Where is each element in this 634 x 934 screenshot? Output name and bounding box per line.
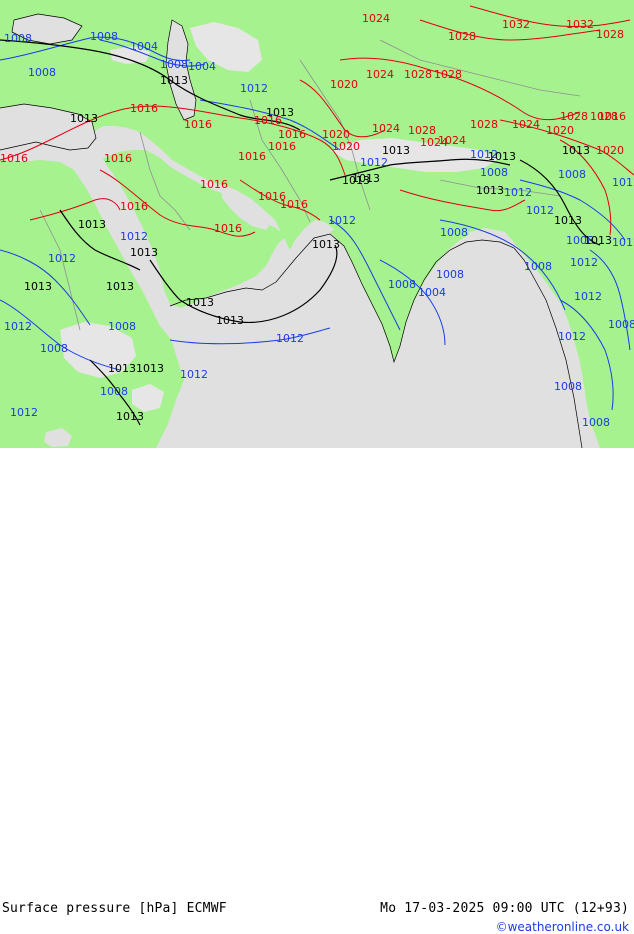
isobar-label-1028: 1028: [590, 110, 618, 123]
isobar-label-1016: 1016: [238, 150, 266, 163]
isobar-label-1013: 1013: [78, 218, 106, 231]
isobar-label-1012: 1012: [526, 204, 554, 217]
map-canvas: 102410281032 10321028102810201024 10281016…: [0, 0, 634, 448]
isobar-label-1032: 1032: [566, 18, 594, 31]
isobar-label-1013: 1013: [266, 106, 294, 119]
valid-time: Mo 17-03-2025 09:00 UTC (12+93): [380, 901, 629, 916]
isobar-label-1008: 1008: [558, 168, 586, 181]
isobar-label-1024: 1024: [512, 118, 540, 131]
isobar-label-1008: 1008: [100, 385, 128, 398]
isobar-label-1008: 1008: [90, 30, 118, 43]
isobar-label-1013: 1013: [70, 112, 98, 125]
isobar-label-1028: 1028: [470, 118, 498, 131]
isobar-label-1013: 1013: [476, 184, 504, 197]
isobar-label-1028: 1028: [596, 28, 624, 41]
isobar-label-1016: 1016: [268, 140, 296, 153]
isobar-label-1008: 1008: [480, 166, 508, 179]
isobar-label-1016: 1016: [200, 178, 228, 191]
isobar-label-1004: 1004: [418, 286, 446, 299]
isobar-label-1012: 1012: [48, 252, 76, 265]
isobar-label-1020: 1020: [546, 124, 574, 137]
isobar-label-1016: 1016: [130, 102, 158, 115]
isobar-label-1008: 1008: [4, 32, 32, 45]
isobar-label-1008: 1008: [40, 342, 68, 355]
isobar-label-1012: 1012: [328, 214, 356, 227]
isobar-label-1012: 1012: [120, 230, 148, 243]
surface-pressure-map: 1024 1028 1032 1032 1028 1028 1020 1024 1028 1016…: [0, 0, 634, 448]
isobar-label-1008: 1008: [440, 226, 468, 239]
isobar-label-1024: 1024: [438, 134, 466, 147]
isobar-label-1012: 1012: [240, 82, 268, 95]
isobar-label-1013: 1013: [554, 214, 582, 227]
isobar-label-1008: 1008: [582, 416, 610, 429]
isobar-label-1008: 1008: [388, 278, 416, 291]
credit-link[interactable]: ©weatheronline.co.uk: [496, 920, 629, 934]
isobar-label-1012: 1012: [4, 320, 32, 333]
isobar-label-1008: 1008: [28, 66, 56, 79]
isobar-label-1024: 1024: [372, 122, 400, 135]
isobar-label-1004: 1004: [188, 60, 216, 73]
isobar-label-1013: 1013: [116, 410, 144, 423]
isobar-label-1008: 1008: [554, 380, 582, 393]
isobar-label-1013: 1013: [562, 144, 590, 157]
isobar-label-1028: 1028: [434, 68, 462, 81]
isobar-label-1024: 1024: [362, 12, 390, 25]
map-title: Surface pressure [hPa] ECMWF: [2, 901, 227, 916]
isobar-label-1012: 1012: [570, 256, 598, 269]
isobar-label-1008: 1008: [108, 320, 136, 333]
isobar-label-1016: 1016: [184, 118, 212, 131]
isobar-label-1013: 1013: [488, 150, 516, 163]
isobar-label-1016: 1016: [280, 198, 308, 211]
isobar-label-1020: 1020: [332, 140, 360, 153]
isobar-label-1013: 1013: [216, 314, 244, 327]
isobar-label-1012: 1012: [360, 156, 388, 169]
isobar-label-1028: 1028: [560, 110, 588, 123]
footer-bar: Surface pressure [hPa] ECMWF Mo 17-03-20…: [0, 448, 634, 934]
isobar-label-1013: 1013: [24, 280, 52, 293]
isobar-label-1013: 1013: [382, 144, 410, 157]
isobar-label-1012: 1012: [10, 406, 38, 419]
isobar-label-1008: 1008: [524, 260, 552, 273]
isobar-label-1016: 1016: [214, 222, 242, 235]
isobar-label-1012: 1012: [180, 368, 208, 381]
isobar-label-1028: 1028: [448, 30, 476, 43]
isobar-label-1013: 1013: [342, 174, 370, 187]
isobar-label-1020: 1020: [596, 144, 624, 157]
isobar-label-1012: 1012: [504, 186, 532, 199]
isobar-label-1013: 1013: [160, 74, 188, 87]
isobar-label-1028: 1028: [404, 68, 432, 81]
isobar-label-1013: 1013: [584, 234, 612, 247]
isobar-label-1012: 1012: [574, 290, 602, 303]
isobar-label-1012: 1012: [276, 332, 304, 345]
isobar-label-1016: 1016: [104, 152, 132, 165]
isobar-label-1008: 1008: [160, 58, 188, 71]
isobar-label-1012: 1012: [558, 330, 586, 343]
isobar-label-1013: 1013: [108, 362, 136, 375]
isobar-label-1013: 1013: [312, 238, 340, 251]
isobar-label-1016: 1016: [120, 200, 148, 213]
isobar-label-1013: 1013: [186, 296, 214, 309]
isobar-label-1012: 1012: [612, 236, 634, 249]
isobar-label-1008: 1008: [436, 268, 464, 281]
isobar-label-1013: 1013: [106, 280, 134, 293]
isobar-label-1013: 1013: [136, 362, 164, 375]
isobar-label-1004: 1004: [130, 40, 158, 53]
isobar-label-1008: 1008: [608, 318, 634, 331]
isobar-label-1024: 1024: [366, 68, 394, 81]
isobar-label-1020: 1020: [330, 78, 358, 91]
isobar-label-1012: 1012: [612, 176, 634, 189]
isobar-label-1032: 1032: [502, 18, 530, 31]
isobar-label-1013: 1013: [130, 246, 158, 259]
isobar-label-1016: 1016: [0, 152, 28, 165]
